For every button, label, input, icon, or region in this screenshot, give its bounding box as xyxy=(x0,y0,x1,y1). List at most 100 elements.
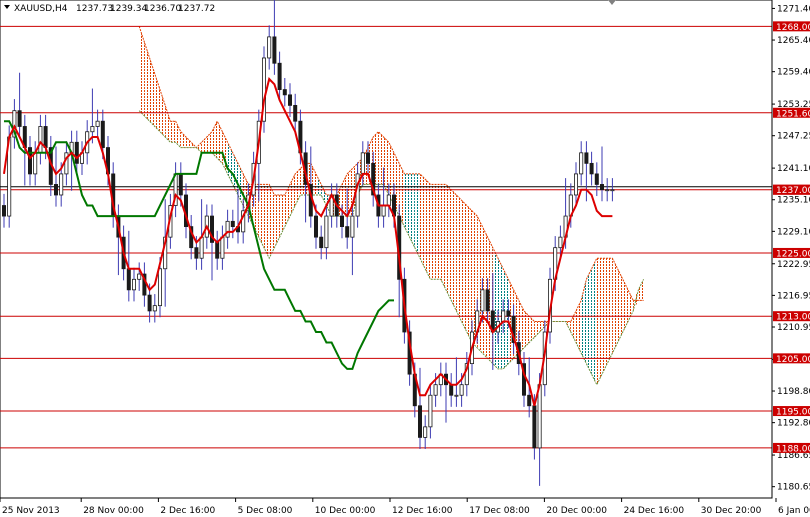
candle-body xyxy=(459,384,464,396)
candle-body xyxy=(17,110,22,127)
cloud-segment xyxy=(139,26,145,116)
y-tick-label: 1216.95 xyxy=(777,291,810,301)
candle-body xyxy=(230,220,235,228)
cloud-segment xyxy=(378,131,384,185)
x-tick-label: 10 Dec 00:00 xyxy=(315,506,376,516)
candle-body xyxy=(345,226,350,238)
candle-body xyxy=(600,184,605,191)
x-tick-label: 28 Nov 00:00 xyxy=(83,506,144,516)
y-tick-label: 1229.10 xyxy=(777,227,810,237)
level-label: 1225.00 xyxy=(776,249,810,259)
candle-body xyxy=(480,289,485,312)
cloud-segment xyxy=(591,258,597,385)
cloud-segment xyxy=(170,121,176,143)
candle-body xyxy=(501,310,506,322)
candle-body xyxy=(293,104,298,122)
cloud-segment xyxy=(617,268,623,343)
candle-body xyxy=(350,215,355,238)
candle-body xyxy=(277,62,282,90)
y-tick-label: 1271.40 xyxy=(777,4,810,14)
x-axis: 25 Nov 2013 28 Nov 00:00 2 Dec 16:00 5 Dec … xyxy=(0,497,810,516)
level-label: 1195.00 xyxy=(776,408,810,418)
y-tick-label: 1259.40 xyxy=(777,68,810,78)
x-tick-label: 6 Jan 00:00 xyxy=(778,506,810,516)
chart-canvas[interactable]: 1271.401265.401259.401253.251247.251241.… xyxy=(0,0,810,517)
open-price: 1237.73 xyxy=(76,4,113,14)
candle-body xyxy=(594,173,599,185)
high-price: 1239.34 xyxy=(110,4,147,14)
candle-body xyxy=(59,173,64,196)
cloud-segment xyxy=(435,184,441,280)
cloud-segment xyxy=(420,173,426,269)
candle-body xyxy=(131,278,136,291)
candle-body xyxy=(381,205,386,217)
candle-body xyxy=(178,173,183,196)
cloud-segment xyxy=(269,184,275,259)
candle-body xyxy=(417,405,422,438)
y-tick-label: 1235.10 xyxy=(777,196,810,206)
y-tick-label: 1247.25 xyxy=(777,132,810,142)
candle-body xyxy=(147,294,152,312)
candle-body xyxy=(74,141,79,164)
candle-body xyxy=(558,236,563,249)
cloud-segment xyxy=(404,173,410,238)
x-tick-label: 25 Nov 2013 xyxy=(2,506,60,516)
cloud-segment xyxy=(446,184,452,301)
x-tick-label: 30 Dec 20:00 xyxy=(701,506,762,516)
candle-body xyxy=(126,268,131,291)
close-price: 1237.72 xyxy=(178,4,215,14)
y-tick-label: 1265.40 xyxy=(777,36,810,46)
candle-body xyxy=(579,152,584,175)
cloud-segment xyxy=(612,258,618,354)
candle-body xyxy=(215,242,220,259)
y-tick-label: 1198.80 xyxy=(777,387,810,397)
cloud-segment xyxy=(461,200,467,332)
cloud-segment xyxy=(596,258,602,385)
cloud-segment xyxy=(451,189,457,311)
x-tick-label: 2 Dec 16:00 xyxy=(160,506,215,516)
candle-body xyxy=(584,152,589,164)
candle-body xyxy=(225,220,230,238)
level-label: 1205.00 xyxy=(776,355,810,365)
candle-body xyxy=(137,273,142,280)
candle-body xyxy=(54,184,59,196)
y-tick-label: 1180.65 xyxy=(777,483,810,493)
candle-body xyxy=(287,94,292,106)
x-tick-label: 20 Dec 00:00 xyxy=(546,506,607,516)
candle-body xyxy=(33,152,38,175)
candle-body xyxy=(610,189,615,192)
candle-body xyxy=(324,215,329,249)
candle-body xyxy=(157,268,162,307)
x-tick-label: 24 Dec 16:00 xyxy=(624,506,685,516)
candle-body xyxy=(423,426,428,438)
x-tick-label: 17 Dec 08:00 xyxy=(469,506,530,516)
candle-body xyxy=(282,89,287,96)
y-tick-label: 1210.95 xyxy=(777,323,810,333)
candle-body xyxy=(152,305,157,312)
low-price: 1236.70 xyxy=(144,4,181,14)
candle-body xyxy=(272,36,277,64)
candle-body xyxy=(537,384,542,449)
y-tick-label: 1192.80 xyxy=(777,419,810,429)
chart-header: XAUUSD,H4 1237.73 1239.34 1236.70 1237.7… xyxy=(4,4,215,14)
y-tick-label: 1222.95 xyxy=(777,260,810,270)
plot-frame xyxy=(0,0,773,499)
candle-body xyxy=(527,394,532,407)
candle-body xyxy=(43,126,48,148)
candle-body xyxy=(27,147,32,175)
candle-body xyxy=(386,194,391,206)
candle-body xyxy=(38,126,43,154)
candle-body xyxy=(199,236,204,259)
cloud-segment xyxy=(258,184,264,248)
candle-body xyxy=(220,236,225,259)
candle-body xyxy=(100,120,105,148)
price-chart[interactable]: 1271.401265.401259.401253.251247.251241.… xyxy=(0,0,810,517)
candle-body xyxy=(454,394,459,397)
level-label: 1268.00 xyxy=(776,23,810,33)
candle-body xyxy=(339,215,344,228)
current-price-label: 1237.00 xyxy=(776,186,810,196)
candle-body xyxy=(2,205,7,217)
candle-body xyxy=(267,36,272,59)
candle-body xyxy=(433,384,438,396)
candle-body xyxy=(574,173,579,196)
